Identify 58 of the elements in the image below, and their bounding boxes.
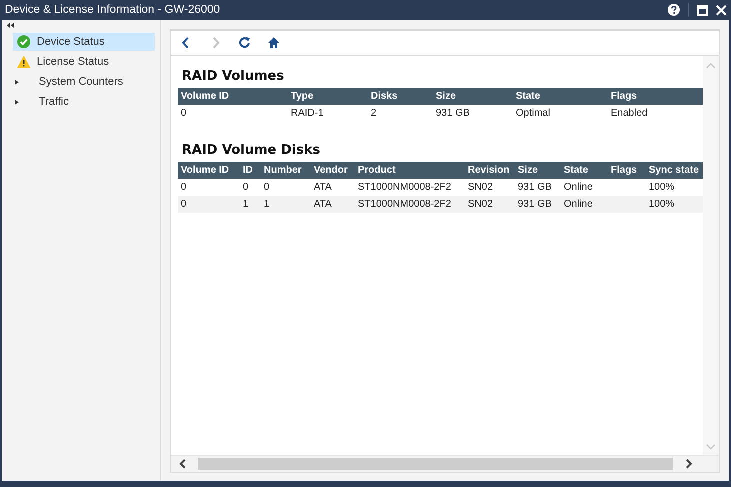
table-cell: 0 bbox=[181, 108, 187, 119]
refresh-icon[interactable] bbox=[238, 36, 252, 50]
table-cell: SN02 bbox=[468, 199, 494, 210]
table-cell: Online bbox=[564, 199, 593, 210]
scrollbar-thumb[interactable] bbox=[198, 458, 673, 470]
table-cell: 0 bbox=[243, 182, 249, 193]
column-header[interactable]: Flags bbox=[608, 162, 646, 179]
column-header[interactable]: Disks bbox=[368, 88, 433, 105]
window-title: Device & License Information - GW-26000 bbox=[5, 4, 222, 16]
table-cell: Optimal bbox=[516, 108, 550, 119]
table-cell: 931 GB bbox=[518, 182, 552, 193]
section-title: RAID Volume Disks bbox=[182, 143, 320, 158]
home-icon[interactable] bbox=[267, 36, 281, 50]
column-header[interactable]: Vendor bbox=[311, 162, 355, 179]
column-header[interactable]: Sync state bbox=[646, 162, 703, 179]
table-cell: 931 GB bbox=[436, 108, 470, 119]
table-cell: Online bbox=[564, 182, 593, 193]
table-cell: ST1000NM0008-2F2 bbox=[358, 182, 452, 193]
column-header[interactable]: ID bbox=[240, 162, 261, 179]
column-header[interactable]: Revision bbox=[465, 162, 515, 179]
column-header[interactable]: Type bbox=[288, 88, 368, 105]
column-header[interactable]: Volume ID bbox=[178, 88, 288, 105]
table-cell: 0 bbox=[181, 182, 187, 193]
check-circle-icon bbox=[17, 35, 31, 49]
column-header[interactable]: State bbox=[561, 162, 608, 179]
column-header[interactable]: Flags bbox=[608, 88, 703, 105]
sidebar-item[interactable]: System Counters bbox=[13, 73, 155, 91]
table-cell: ATA bbox=[314, 199, 332, 210]
table-cell: 2 bbox=[371, 108, 377, 119]
table-cell: Enabled bbox=[611, 108, 648, 119]
warning-icon bbox=[17, 55, 31, 69]
column-header[interactable]: Size bbox=[433, 88, 513, 105]
table-cell: ST1000NM0008-2F2 bbox=[358, 199, 452, 210]
caret-icon[interactable] bbox=[15, 100, 19, 104]
sidebar-item[interactable]: Traffic bbox=[13, 93, 155, 111]
close-icon[interactable] bbox=[716, 4, 727, 16]
help-icon[interactable] bbox=[668, 4, 680, 16]
collapse-icon[interactable] bbox=[7, 23, 14, 28]
table-cell: 1 bbox=[264, 199, 270, 210]
section-title: RAID Volumes bbox=[182, 69, 284, 84]
table-cell: 0 bbox=[264, 182, 270, 193]
table-cell: 100% bbox=[649, 199, 675, 210]
sidebar-item[interactable]: License Status bbox=[13, 53, 155, 71]
maximize-icon[interactable] bbox=[697, 4, 708, 16]
table-cell: 0 bbox=[181, 199, 187, 210]
table-cell: 1 bbox=[243, 199, 249, 210]
column-header[interactable]: Product bbox=[355, 162, 465, 179]
table-cell: RAID-1 bbox=[291, 108, 324, 119]
column-header[interactable]: Number bbox=[261, 162, 311, 179]
caret-icon[interactable] bbox=[15, 80, 19, 84]
table-cell: 931 GB bbox=[518, 199, 552, 210]
table-cell: SN02 bbox=[468, 182, 494, 193]
column-header[interactable]: Volume ID bbox=[178, 162, 240, 179]
table-cell: ATA bbox=[314, 182, 332, 193]
column-header[interactable]: State bbox=[513, 88, 608, 105]
sidebar-item[interactable]: Device Status bbox=[13, 33, 155, 51]
column-header[interactable]: Size bbox=[515, 162, 561, 179]
table-cell: 100% bbox=[649, 182, 675, 193]
